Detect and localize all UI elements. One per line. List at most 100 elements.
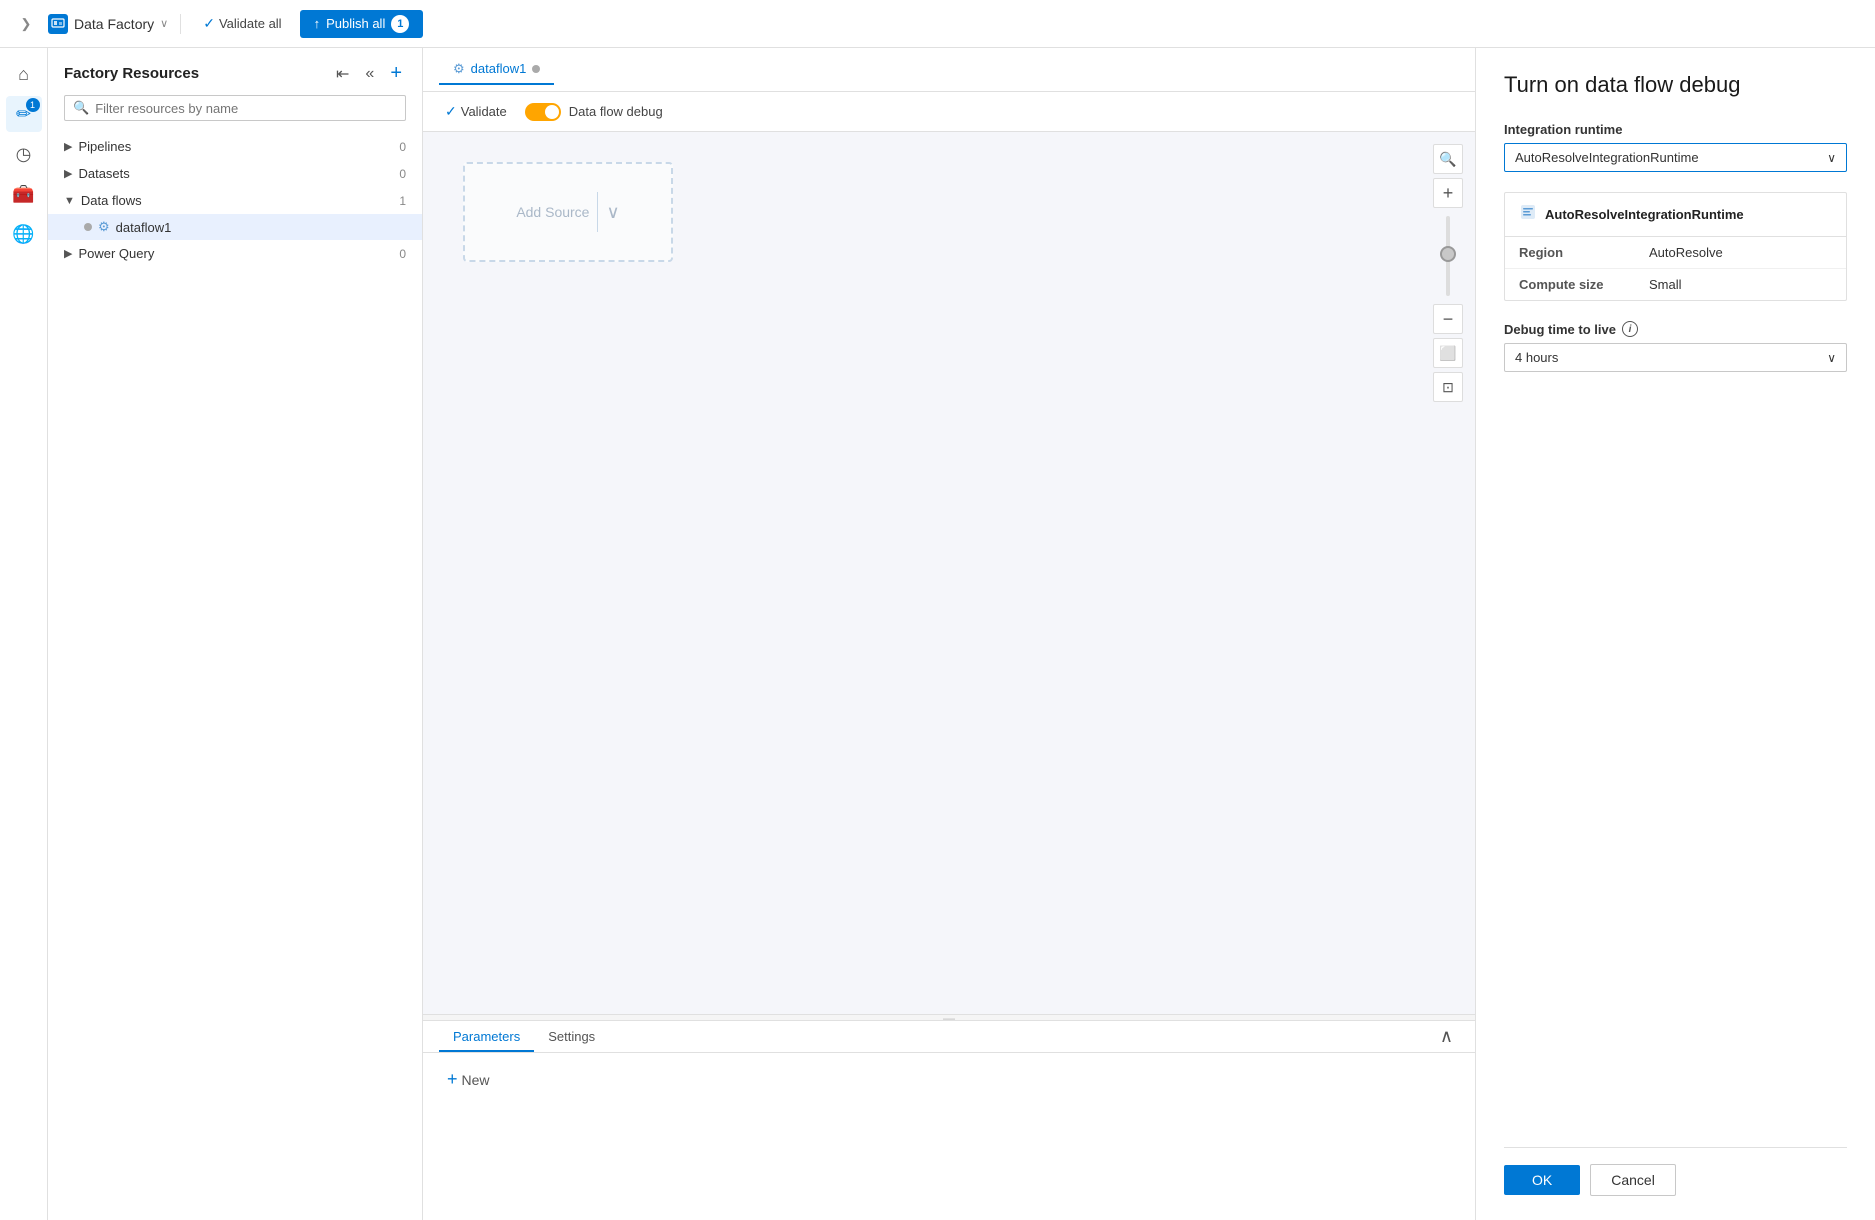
dropdown-arrow-icon: ∨ xyxy=(1827,151,1836,165)
validate-button[interactable]: ✓ Validate xyxy=(439,100,513,123)
tab-dataflow-icon: ⚙ xyxy=(453,61,465,77)
tab-parameters[interactable]: Parameters xyxy=(439,1021,534,1052)
runtime-info-box: AutoResolveIntegrationRuntime Region Aut… xyxy=(1504,192,1847,301)
brand-chevron[interactable]: ∨ xyxy=(160,17,168,30)
debug-time-label-text: Debug time to live xyxy=(1504,322,1616,337)
region-value: AutoResolve xyxy=(1649,245,1723,260)
cancel-button[interactable]: Cancel xyxy=(1590,1164,1676,1196)
debug-time-arrow-icon: ∨ xyxy=(1827,351,1836,365)
dataflows-label: Data flows xyxy=(81,193,142,208)
publish-all-button[interactable]: ↑ Publish all 1 xyxy=(300,10,424,38)
section-datasets-left: ▶ Datasets xyxy=(64,166,130,181)
canvas-content: Add Source ∨ 🔍 + − ⬜ ⊡ xyxy=(423,132,1475,1220)
new-label: New xyxy=(462,1072,490,1088)
canvas-main: Add Source ∨ 🔍 + − ⬜ ⊡ xyxy=(423,132,1475,1220)
bottom-panel: Parameters Settings ∧ + New xyxy=(423,1020,1475,1220)
new-parameter-button[interactable]: + New xyxy=(439,1065,498,1094)
compute-size-value: Small xyxy=(1649,277,1682,292)
section-pipelines-header[interactable]: ▶ Pipelines 0 xyxy=(48,133,422,160)
add-resource-button[interactable]: + xyxy=(386,60,406,87)
section-powerquery-left: ▶ Power Query xyxy=(64,246,154,261)
pipelines-count: 0 xyxy=(399,140,406,154)
toolbox-icon: 🧰 xyxy=(12,184,34,205)
search-canvas-button[interactable]: 🔍 xyxy=(1433,144,1463,174)
section-datasets: ▶ Datasets 0 xyxy=(48,160,422,187)
pipelines-triangle-icon: ▶ xyxy=(64,140,72,153)
validate-icon: ✓ xyxy=(203,15,215,32)
brand-label: Data Factory xyxy=(74,16,154,32)
powerquery-count: 0 xyxy=(399,247,406,261)
region-row: Region AutoResolve xyxy=(1505,237,1846,269)
search-box[interactable]: 🔍 xyxy=(64,95,406,121)
double-left-button[interactable]: « xyxy=(361,63,378,85)
pencil-button[interactable]: ✏ 1 xyxy=(6,96,42,132)
monitor-icon: ◷ xyxy=(16,144,32,165)
section-powerquery: ▶ Power Query 0 xyxy=(48,240,422,267)
section-datasets-header[interactable]: ▶ Datasets 0 xyxy=(48,160,422,187)
debug-toggle[interactable] xyxy=(525,103,561,121)
notification-badge: 1 xyxy=(26,98,40,112)
debug-time-value: 4 hours xyxy=(1515,350,1558,365)
powerquery-label: Power Query xyxy=(78,246,154,261)
canvas-tabs-bar: ⚙ dataflow1 xyxy=(423,48,1475,92)
dataflows-triangle-icon: ▼ xyxy=(64,195,75,207)
home-icon: ⌂ xyxy=(18,64,29,85)
home-button[interactable]: ⌂ xyxy=(6,56,42,92)
datasets-count: 0 xyxy=(399,167,406,181)
dataflow1-item[interactable]: ⚙ dataflow1 xyxy=(48,214,422,240)
integration-runtime-label: Integration runtime xyxy=(1504,122,1847,137)
integration-runtime-value: AutoResolveIntegrationRuntime xyxy=(1515,150,1699,165)
ok-button[interactable]: OK xyxy=(1504,1165,1580,1195)
add-source-chevron-icon: ∨ xyxy=(606,202,619,223)
monitor-button[interactable]: ◷ xyxy=(6,136,42,172)
topbar: ❯ Data Factory ∨ ✓ Validate all ↑ Publis… xyxy=(0,0,1875,48)
section-powerquery-header[interactable]: ▶ Power Query 0 xyxy=(48,240,422,267)
toggle-thumb xyxy=(545,105,559,119)
debug-footer: OK Cancel xyxy=(1504,1147,1847,1196)
debug-time-dropdown[interactable]: 4 hours ∨ xyxy=(1504,343,1847,372)
validate-all-button[interactable]: ✓ Validate all xyxy=(193,11,291,36)
section-pipelines-left: ▶ Pipelines xyxy=(64,139,131,154)
new-plus-icon: + xyxy=(447,1069,458,1090)
search-input[interactable] xyxy=(95,101,397,116)
bottom-tabs: Parameters Settings ∧ xyxy=(423,1021,1475,1053)
dataflow1-tab[interactable]: ⚙ dataflow1 xyxy=(439,55,554,85)
main-layout: ⌂ ✏ 1 ◷ 🧰 🌐 Factory Resources ⇤ « + 🔍 xyxy=(0,48,1875,1220)
zoom-out-button[interactable]: − xyxy=(1433,304,1463,334)
region-label: Region xyxy=(1519,245,1649,260)
debug-panel-title: Turn on data flow debug xyxy=(1504,72,1847,98)
runtime-info-header: AutoResolveIntegrationRuntime xyxy=(1505,193,1846,237)
integration-runtime-dropdown[interactable]: AutoResolveIntegrationRuntime ∨ xyxy=(1504,143,1847,172)
debug-time-info-icon[interactable]: i xyxy=(1622,321,1638,337)
section-dataflows-header[interactable]: ▼ Data flows 1 xyxy=(48,187,422,214)
debug-time-label-container: Debug time to live i xyxy=(1504,321,1847,337)
canvas-flow-area[interactable]: Add Source ∨ 🔍 + − ⬜ ⊡ xyxy=(423,132,1475,1014)
publish-all-label: Publish all xyxy=(326,16,385,31)
debug-panel: Turn on data flow debug Integration runt… xyxy=(1475,48,1875,1220)
add-source-divider xyxy=(597,192,598,232)
toolbox-button[interactable]: 🧰 xyxy=(6,176,42,212)
collapse-left-button[interactable]: ⇤ xyxy=(332,62,353,86)
fit-canvas-button[interactable]: ⬜ xyxy=(1433,338,1463,368)
globe-icon: 🌐 xyxy=(12,224,34,245)
compute-size-label: Compute size xyxy=(1519,277,1649,292)
expand-icon[interactable]: ❯ xyxy=(12,10,40,38)
select-region-button[interactable]: ⊡ xyxy=(1433,372,1463,402)
powerquery-triangle-icon: ▶ xyxy=(64,247,72,260)
brand-icon xyxy=(48,14,68,34)
canvas-right-controls: 🔍 + − ⬜ ⊡ xyxy=(1433,144,1463,402)
validate-label: Validate xyxy=(461,104,507,119)
collapse-bottom-button[interactable]: ∧ xyxy=(1434,1024,1459,1049)
dataflow1-dot xyxy=(84,223,92,231)
dataflow1-name: dataflow1 xyxy=(116,220,172,235)
zoom-slider-track[interactable] xyxy=(1446,216,1450,296)
globe-button[interactable]: 🌐 xyxy=(6,216,42,252)
resources-header-actions: ⇤ « + xyxy=(332,60,406,87)
add-source-box[interactable]: Add Source ∨ xyxy=(463,162,673,262)
tab-settings[interactable]: Settings xyxy=(534,1021,609,1052)
validate-check-icon: ✓ xyxy=(445,103,457,120)
search-icon: 🔍 xyxy=(73,100,89,116)
zoom-in-button[interactable]: + xyxy=(1433,178,1463,208)
dataflow1-item-icon: ⚙ xyxy=(98,219,110,235)
section-pipelines: ▶ Pipelines 0 xyxy=(48,133,422,160)
